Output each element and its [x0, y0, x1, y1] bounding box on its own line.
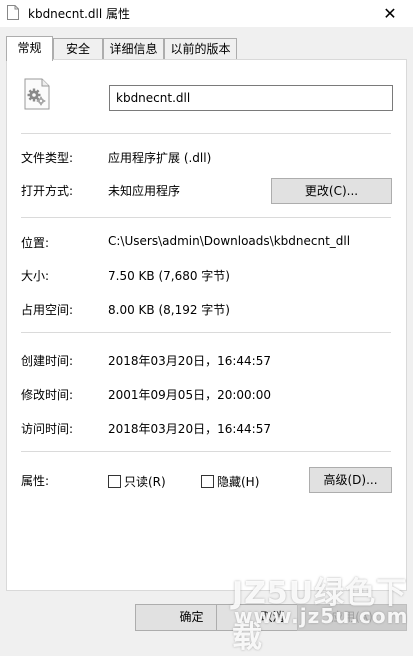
opens-with-value: 未知应用程序: [108, 184, 181, 198]
close-button[interactable]: ✕: [367, 0, 413, 27]
dll-file-icon: [24, 78, 50, 110]
divider: [21, 217, 391, 218]
file-type-label: 文件类型:: [21, 151, 74, 165]
readonly-label[interactable]: 只读(R): [124, 473, 166, 490]
hidden-label[interactable]: 隐藏(H): [217, 473, 259, 490]
created-value: 2018年03月20日，16:44:57: [108, 354, 271, 368]
tab-strip: 常规 安全 详细信息 以前的版本: [6, 36, 406, 61]
accessed-label: 访问时间:: [21, 422, 74, 436]
size-label: 大小:: [21, 269, 50, 283]
attributes-label: 属性:: [21, 474, 50, 488]
general-panel: 文件类型: 应用程序扩展 (.dll) 打开方式: 未知应用程序 更改(C)..…: [6, 59, 407, 591]
divider: [21, 133, 391, 134]
opens-with-label: 打开方式:: [21, 184, 74, 198]
file-name-input[interactable]: [109, 85, 393, 111]
location-label: 位置:: [21, 236, 50, 250]
file-type-value: 应用程序扩展 (.dll): [108, 151, 212, 165]
window-title: kbdnecnt.dll 属性: [28, 7, 130, 21]
created-label: 创建时间:: [21, 354, 74, 368]
title-bar: kbdnecnt.dll 属性 ✕: [0, 0, 413, 27]
tab-previous-versions[interactable]: 以前的版本: [164, 38, 237, 59]
readonly-checkbox[interactable]: [108, 475, 121, 488]
modified-label: 修改时间:: [21, 388, 74, 402]
size-value: 7.50 KB (7,680 字节): [108, 269, 230, 283]
size-on-disk-label: 占用空间:: [21, 303, 74, 317]
tab-general[interactable]: 常规: [6, 36, 53, 61]
advanced-button[interactable]: 高级(D)...: [309, 467, 392, 493]
location-value: C:\Users\admin\Downloads\kbdnecnt_dll: [108, 234, 351, 248]
tab-details[interactable]: 详细信息: [103, 38, 164, 59]
divider: [21, 332, 391, 333]
size-on-disk-value: 8.00 KB (8,192 字节): [108, 303, 230, 317]
apply-button[interactable]: 应用(A): [297, 604, 407, 631]
change-button[interactable]: 更改(C)...: [271, 178, 392, 204]
hidden-checkbox[interactable]: [201, 475, 214, 488]
file-icon: [7, 5, 19, 20]
tab-security[interactable]: 安全: [53, 38, 103, 59]
modified-value: 2001年09月05日，20:00:00: [108, 388, 271, 402]
accessed-value: 2018年03月20日，16:44:57: [108, 422, 271, 436]
divider: [21, 451, 391, 452]
